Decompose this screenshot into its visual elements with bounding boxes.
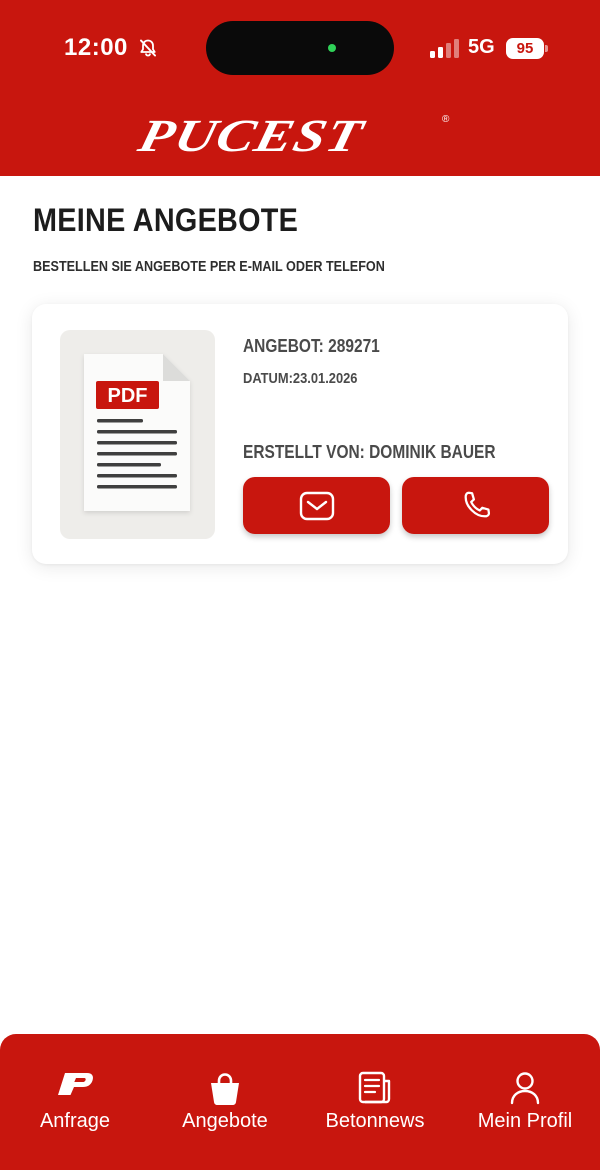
nav-label-angebote: Angebote	[182, 1110, 268, 1132]
nav-label-mein-profil: Mein Profil	[477, 1110, 573, 1132]
nav-label-anfrage: Anfrage	[39, 1110, 111, 1132]
battery-indicator: 95	[506, 38, 544, 59]
offer-card: PDF ANGEBOT: 289271 DATUM:23.01.2026 ERS…	[32, 304, 568, 564]
newspaper-icon	[358, 1071, 391, 1104]
brand-p-icon	[58, 1073, 93, 1095]
nav-item-mein-profil[interactable]: Mein Profil	[450, 1034, 600, 1170]
phone-icon	[464, 491, 490, 517]
battery-tip	[545, 45, 548, 52]
logo-wordmark: PUCEST	[133, 110, 369, 161]
camera-indicator-dot	[328, 44, 336, 52]
logo-registered-mark: ®	[442, 114, 450, 125]
pucest-logo: PUCEST ®	[134, 110, 456, 161]
nav-item-betonnews[interactable]: Betonnews	[300, 1034, 450, 1170]
signal-icon	[430, 39, 460, 58]
dynamic-island	[206, 21, 394, 75]
offer-number: ANGEBOT: 289271	[243, 336, 380, 356]
app-screen: 12:00 5G 95 PUCEST ® MEINE ANGEBOTE BEST…	[0, 0, 600, 1170]
network-type: 5G	[468, 36, 495, 58]
user-icon	[510, 1072, 540, 1105]
email-order-button[interactable]	[243, 477, 390, 534]
envelope-icon	[299, 491, 334, 520]
status-time: 12:00	[64, 34, 128, 61]
app-header: 12:00 5G 95 PUCEST ®	[0, 0, 600, 176]
bell-slash-icon	[138, 38, 158, 58]
page-title: MEINE ANGEBOTE	[33, 202, 299, 238]
phone-order-button[interactable]	[402, 477, 549, 534]
page-subtitle: BESTELLEN SIE ANGEBOTE PER E-MAIL ODER T…	[33, 259, 385, 275]
pdf-document-icon[interactable]: PDF	[60, 330, 215, 539]
shopping-bag-icon	[211, 1073, 239, 1105]
nav-item-anfrage[interactable]: Anfrage	[0, 1034, 150, 1170]
status-bar: 12:00 5G 95	[0, 0, 600, 96]
offer-creator: ERSTELLT VON: DOMINIK BAUER	[243, 442, 496, 462]
pdf-label: PDF	[108, 385, 148, 407]
nav-label-betonnews: Betonnews	[325, 1110, 425, 1132]
bottom-navigation: Anfrage Angebote Betonnews Mein Profil	[0, 1034, 600, 1170]
offer-date: DATUM:23.01.2026	[243, 370, 358, 387]
nav-item-angebote[interactable]: Angebote	[150, 1034, 300, 1170]
